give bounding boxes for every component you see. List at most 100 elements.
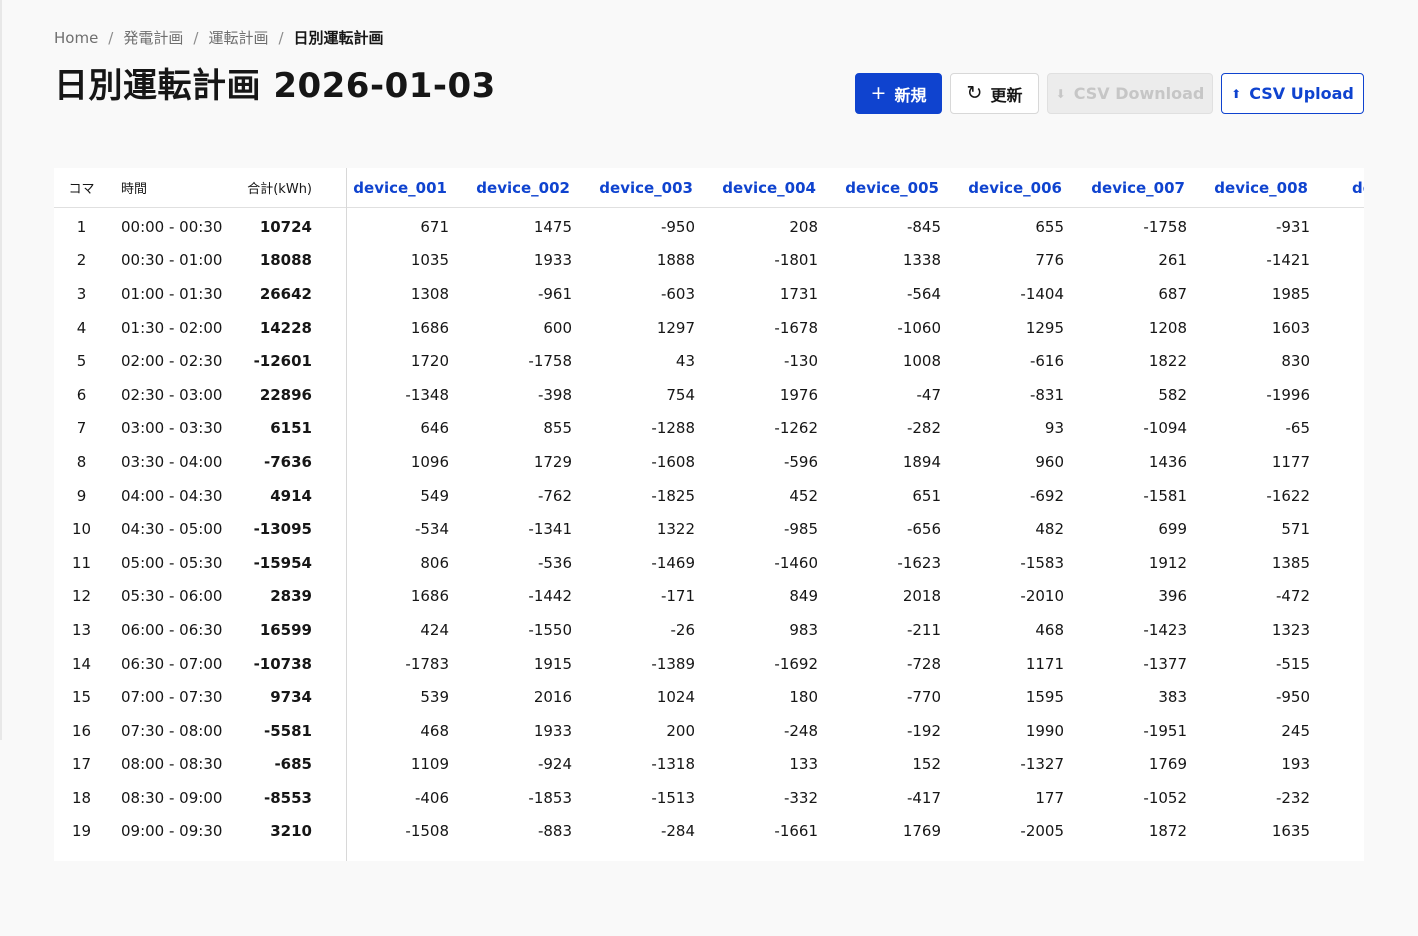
cell-device-value: 830	[1281, 352, 1310, 371]
header-device[interactable]: device_008	[1186, 179, 1309, 197]
cell-device-value: 1720	[410, 352, 449, 371]
cell-device-value: 754	[666, 385, 695, 404]
cell-device-value: -931	[1275, 217, 1310, 236]
cell-time: 08:30 - 09:00	[121, 788, 223, 807]
cell-device-value: -1583	[1020, 553, 1064, 572]
breadcrumb-separator: /	[193, 28, 199, 47]
cell-device-value: -1460	[774, 553, 818, 572]
table-row: 15 07:00 - 07:30 9734 539 2016 1024 180 -770 159…	[54, 680, 1364, 714]
refresh-button[interactable]: ↻ 更新	[950, 73, 1039, 114]
cell-device-value: -1996	[1266, 385, 1310, 404]
cell-device-value: 651	[912, 486, 941, 505]
cell-total: 6151	[270, 419, 312, 438]
cell-device-value: -1404	[1020, 284, 1064, 303]
breadcrumb-operation-plan[interactable]: 運転計画	[208, 27, 268, 48]
header-device[interactable]: device_005	[817, 179, 940, 197]
cell-device-value: 133	[789, 755, 818, 774]
cell-device-value: -1550	[528, 620, 572, 639]
cell-device-value: 468	[420, 721, 449, 740]
cell-device-value: -417	[906, 788, 941, 807]
cell-device-value: 1297	[656, 318, 695, 337]
breadcrumb-generation-plan[interactable]: 発電計画	[123, 27, 183, 48]
cell-device-value: -692	[1029, 486, 1064, 505]
header-device-truncated[interactable]: de	[1309, 179, 1364, 197]
cell-device-value: 600	[543, 318, 572, 337]
cell-device-value: 1035	[410, 251, 449, 270]
cell-device-value: -1389	[651, 654, 695, 673]
table-row: 9 04:00 - 04:30 4914 549 -762 -1825 452 651 -692…	[54, 479, 1364, 513]
cell-device-value: 1295	[1025, 318, 1064, 337]
cell-device-value: -950	[660, 217, 695, 236]
cell-device-value: 261	[1158, 251, 1187, 270]
cell-device-value: 655	[1035, 217, 1064, 236]
cell-device-value: -762	[537, 486, 572, 505]
cell-device-value: 776	[1035, 251, 1064, 270]
cell-device-value: -1327	[1020, 755, 1064, 774]
cell-device-value: 43	[675, 352, 695, 371]
table-row: 3 01:00 - 01:30 26642 1308 -961 -603 1731 -564 -…	[54, 277, 1364, 311]
breadcrumb-home[interactable]: Home	[54, 29, 98, 47]
cell-device-value: -1377	[1143, 654, 1187, 673]
cell-device-value: 1008	[902, 352, 941, 371]
cell-time: 07:00 - 07:30	[121, 688, 223, 707]
cell-device-value: 1912	[1148, 553, 1187, 572]
cell-device-value: 1208	[1148, 318, 1187, 337]
cell-total: -5581	[264, 721, 312, 740]
header-time: 時間	[121, 182, 148, 197]
cell-device-value: -1348	[405, 385, 449, 404]
header-device[interactable]: device_007	[1063, 179, 1186, 197]
cell-koma: 5	[76, 352, 87, 371]
cell-device-value: -130	[783, 352, 818, 371]
header-device[interactable]: device_004	[694, 179, 817, 197]
cell-device-value: -831	[1029, 385, 1064, 404]
cell-koma: 2	[76, 251, 87, 270]
cell-device-value: -883	[537, 822, 572, 841]
cell-time: 00:00 - 00:30	[121, 217, 223, 236]
cell-total: -10738	[253, 654, 312, 673]
cell-device-value: -248	[783, 721, 818, 740]
cell-device-value: -1801	[774, 251, 818, 270]
cell-device-value: 1024	[656, 688, 695, 707]
cell-device-value: 1872	[1148, 822, 1187, 841]
cell-device-value: 1915	[533, 654, 572, 673]
cell-device-value: 1731	[779, 284, 818, 303]
cell-device-value: -728	[906, 654, 941, 673]
cell-device-value: -845	[906, 217, 941, 236]
cell-device-value: -332	[783, 788, 818, 807]
cell-device-value: 208	[789, 217, 818, 236]
cell-koma: 10	[71, 520, 92, 539]
csv-upload-button[interactable]: ⬆ CSV Upload	[1221, 73, 1364, 114]
cell-device-value: -1622	[1266, 486, 1310, 505]
cell-time: 06:30 - 07:00	[121, 654, 223, 673]
cell-device-value: 396	[1158, 587, 1187, 606]
cell-koma: 3	[76, 284, 87, 303]
plus-icon: +	[870, 82, 887, 104]
table-header: コマ 時間 合計(kWh) device_001 device_002 devi…	[54, 168, 1364, 208]
header-device[interactable]: device_006	[940, 179, 1063, 197]
cell-device-value: 93	[1044, 419, 1064, 438]
cell-device-value: 1338	[902, 251, 941, 270]
cell-device-value: -1581	[1143, 486, 1187, 505]
csv-upload-label: CSV Upload	[1249, 84, 1354, 103]
cell-time: 01:00 - 01:30	[121, 284, 223, 303]
cell-total: -7636	[264, 452, 312, 471]
header-device[interactable]: device_003	[571, 179, 694, 197]
cell-koma: 7	[76, 419, 87, 438]
cell-device-value: 152	[912, 755, 941, 774]
table-row: 2 00:30 - 01:00 18088 1035 1933 1888 -1801 1338…	[54, 244, 1364, 278]
header-device[interactable]: device_001	[346, 179, 448, 197]
cell-device-value: -232	[1275, 788, 1310, 807]
cell-device-value: -924	[537, 755, 572, 774]
cell-device-value: -406	[414, 788, 449, 807]
csv-download-button[interactable]: ⬇ CSV Download	[1047, 73, 1213, 114]
cell-device-value: -534	[414, 520, 449, 539]
new-button[interactable]: + 新規	[855, 73, 942, 114]
cell-device-value: -515	[1275, 654, 1310, 673]
header-device[interactable]: device_002	[448, 179, 571, 197]
cell-device-value: 671	[420, 217, 449, 236]
cell-device-value: 1096	[410, 452, 449, 471]
left-edge-divider	[0, 0, 2, 740]
cell-total: -13095	[253, 520, 312, 539]
cell-device-value: -1661	[774, 822, 818, 841]
cell-device-value: 1822	[1148, 352, 1187, 371]
